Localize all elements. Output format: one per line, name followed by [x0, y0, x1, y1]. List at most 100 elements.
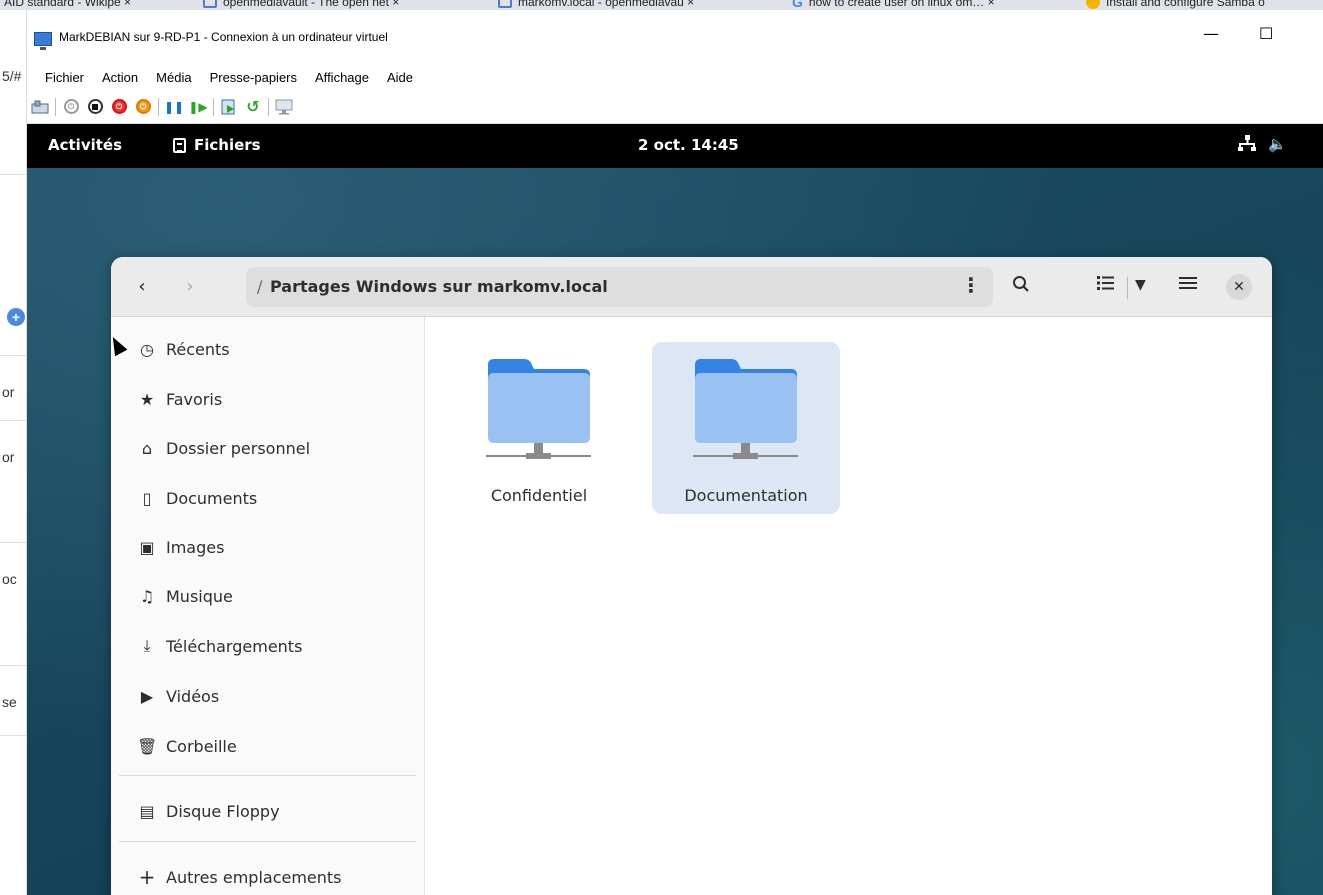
sidebar-item-videos[interactable]: ▶ Vidéos: [111, 674, 425, 718]
divider: [0, 355, 27, 356]
current-location[interactable]: Partages Windows sur markomv.local: [270, 277, 608, 296]
clock-icon: ◷: [140, 339, 154, 359]
system-menu[interactable]: 🔈: [1238, 135, 1287, 153]
back-button[interactable]: ‹: [129, 274, 155, 300]
home-icon: ⌂: [141, 438, 153, 458]
text-fragment: 5/#: [2, 68, 22, 84]
divider: [0, 665, 27, 666]
sidebar-item-label: Corbeille: [166, 736, 237, 756]
files-headerbar: ‹ › / Partages Windows sur markomv.local…: [111, 257, 1272, 317]
text-fragment: or: [2, 384, 15, 400]
sidebar-item-downloads[interactable]: ⤓ Téléchargements: [111, 624, 425, 668]
text-fragment: oc: [2, 571, 17, 587]
folder-label: Documentation: [684, 486, 808, 505]
browser-tab-label: Install and configure Samba o: [1106, 0, 1265, 9]
browser-tab-label: openmediavault - The open net ×: [223, 0, 400, 9]
menu-fichier[interactable]: Fichier: [39, 70, 90, 85]
view-options-dropdown-icon[interactable]: ▼: [1135, 277, 1146, 293]
menu-presse-papiers[interactable]: Presse-papiers: [204, 70, 303, 85]
text-fragment: se: [2, 694, 17, 710]
browser-tab[interactable]: openmediavault - The open net ×: [203, 0, 399, 10]
hamburger-menu-icon[interactable]: [1179, 275, 1197, 296]
sidebar-item-label: Vidéos: [166, 686, 220, 706]
network-folder-icon: [486, 359, 591, 459]
plus-icon: +: [138, 865, 156, 889]
video-icon: ▶: [140, 686, 154, 706]
app-menu[interactable]: Fichiers: [173, 136, 261, 154]
browser-tab-label: AID standard - Wikipé ×: [4, 0, 132, 9]
path-separator: /: [257, 277, 263, 296]
file-view: Confidentiel Documentation: [425, 317, 1272, 895]
enhanced-session-icon[interactable]: [275, 98, 293, 116]
plus-circle-icon[interactable]: +: [7, 308, 25, 326]
volume-icon: 🔈: [1268, 135, 1287, 153]
menu-affichage[interactable]: Affichage: [309, 70, 375, 85]
minimize-button[interactable]: —: [1203, 24, 1219, 43]
vm-toolbar: ⏻ ⏻ ⏻ ❚❚ ❚▶ ↺: [27, 90, 1323, 124]
save-icon[interactable]: ⏻: [134, 98, 152, 116]
sidebar-item-label: Téléchargements: [166, 636, 303, 656]
maximize-button[interactable]: ☐: [1259, 24, 1273, 43]
share-folder-confidentiel[interactable]: Confidentiel: [445, 342, 633, 514]
clock[interactable]: 2 oct. 14:45: [638, 136, 739, 154]
browser-tab[interactable]: G how to create user on linux om… ×: [792, 0, 995, 10]
sidebar-item-label: Récents: [166, 339, 230, 359]
sidebar-item-favoris[interactable]: ★ Favoris: [111, 377, 425, 421]
menu-aide[interactable]: Aide: [381, 70, 419, 85]
forward-button[interactable]: ›: [177, 274, 203, 300]
view-list-icon[interactable]: [1097, 275, 1115, 296]
sidebar-item-images[interactable]: ▣ Images: [111, 525, 425, 569]
close-icon[interactable]: ✕: [1226, 274, 1252, 300]
resume-icon[interactable]: ❚▶: [188, 98, 207, 116]
star-icon: ★: [139, 389, 155, 409]
shutdown-icon[interactable]: ⏻: [110, 98, 128, 116]
sidebar-item-label: Favoris: [166, 389, 223, 409]
divider: [0, 420, 27, 421]
network-folder-icon: [693, 359, 798, 459]
app-name: Fichiers: [194, 136, 261, 154]
revert-icon[interactable]: ↺: [244, 97, 262, 116]
turn-off-icon[interactable]: [86, 98, 104, 116]
sidebar-item-music[interactable]: ♫ Musique: [111, 574, 425, 618]
browser-tab[interactable]: AID standard - Wikipé ×: [4, 0, 131, 10]
browser-tab[interactable]: markomv.local - openmediavau ×: [498, 0, 694, 10]
vm-connect-icon: [34, 32, 52, 50]
floppy-icon: ▤: [139, 801, 155, 821]
sidebar-item-recents[interactable]: ◷ Récents: [111, 327, 425, 371]
activities-button[interactable]: Activités: [48, 136, 122, 154]
divider: [1127, 277, 1128, 299]
toolbar-separator: [268, 97, 269, 116]
pause-icon[interactable]: ❚❚: [164, 98, 184, 116]
files-app-icon: [173, 137, 186, 153]
host-browser-edge: 5/# + or or oc se: [0, 10, 27, 895]
location-menu-icon[interactable]: ⋮: [961, 273, 981, 297]
sidebar-item-home[interactable]: ⌂ Dossier personnel: [111, 426, 425, 470]
path-bar[interactable]: / Partages Windows sur markomv.local ⋮: [246, 267, 993, 307]
divider: [119, 775, 416, 776]
sidebar-item-floppy[interactable]: ▤ Disque Floppy: [111, 789, 425, 833]
site-favicon-icon: [1086, 0, 1100, 9]
sidebar-item-label: Autres emplacements: [166, 867, 342, 887]
image-icon: ▣: [139, 537, 155, 557]
sidebar-item-trash[interactable]: 🗑 Corbeille: [111, 724, 425, 768]
start-icon[interactable]: ⏻: [62, 98, 80, 116]
sidebar-item-other-locations[interactable]: + Autres emplacements: [111, 855, 425, 895]
document-icon: ▯: [142, 488, 152, 508]
menu-media[interactable]: Média: [150, 70, 197, 85]
vm-window-title: MarkDEBIAN sur 9-RD-P1 - Connexion à un …: [59, 30, 388, 44]
ctrl-alt-del-icon[interactable]: [31, 98, 49, 116]
gnome-topbar: Activités Fichiers 2 oct. 14:45 🔈: [27, 124, 1323, 168]
google-icon: G: [792, 0, 803, 10]
menu-action[interactable]: Action: [96, 70, 144, 85]
sidebar-item-label: Images: [166, 537, 225, 557]
search-icon[interactable]: [1012, 275, 1030, 298]
sidebar-item-label: Disque Floppy: [166, 801, 280, 821]
share-folder-documentation[interactable]: Documentation: [652, 342, 840, 514]
divider: [0, 174, 27, 175]
browser-tab[interactable]: Install and configure Samba o: [1086, 0, 1265, 10]
toolbar-separator: [55, 97, 56, 116]
checkpoint-icon[interactable]: [220, 98, 238, 116]
sidebar-item-documents[interactable]: ▯ Documents: [111, 476, 425, 520]
browser-tab-label: how to create user on linux om… ×: [808, 0, 995, 9]
guest-desktop: Activités Fichiers 2 oct. 14:45 🔈 ‹ › / …: [27, 124, 1323, 895]
